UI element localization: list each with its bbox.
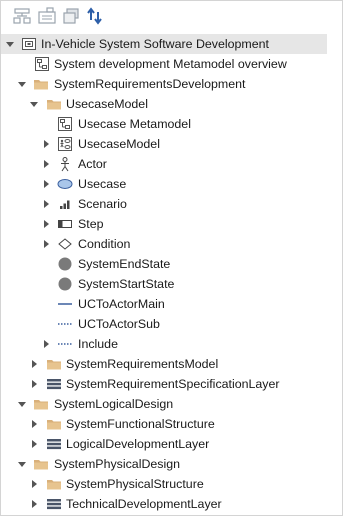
folder-icon xyxy=(46,476,62,492)
tree-node-label: Include xyxy=(78,337,118,351)
model-browser-panel: In-Vehicle System Software Development S… xyxy=(0,0,343,516)
state-circle-icon xyxy=(57,276,73,292)
chevron-down-icon[interactable] xyxy=(17,458,27,470)
state-circle-icon xyxy=(57,256,73,272)
chevron-right-icon[interactable] xyxy=(29,438,39,450)
package-diagram-icon[interactable] xyxy=(37,6,57,26)
tree-node-label: SystemRequirementsDevelopment xyxy=(54,77,246,91)
chevron-right-icon[interactable] xyxy=(29,418,39,430)
chevron-right-icon[interactable] xyxy=(41,198,51,210)
tree-node-usecase-model-package[interactable]: UsecaseModel xyxy=(1,94,342,114)
chevron-right-icon[interactable] xyxy=(41,138,51,150)
tree-node-label: SystemStartState xyxy=(78,277,175,291)
toolbar xyxy=(1,1,342,33)
step-icon xyxy=(57,216,73,232)
tree-node-requirements-development[interactable]: SystemRequirementsDevelopment xyxy=(1,74,342,94)
tree-node-logical-dev-layer[interactable]: LogicalDevelopmentLayer xyxy=(1,434,342,454)
tree-node-label: Step xyxy=(78,217,104,231)
tree-node-physical-design[interactable]: SystemPhysicalDesign xyxy=(1,454,342,474)
folder-icon xyxy=(33,76,49,92)
chevron-down-icon[interactable] xyxy=(17,78,27,90)
tree-node-label: System development Metamodel overview xyxy=(54,57,287,71)
tree-node-physical-structure[interactable]: SystemPhysicalStructure xyxy=(1,474,342,494)
project-icon xyxy=(21,36,37,52)
folder-icon xyxy=(33,456,49,472)
dotted-line-icon xyxy=(57,316,73,332)
tree-node-uc-to-actor-main[interactable]: UCToActorMain xyxy=(1,294,342,314)
chevron-right-icon[interactable] xyxy=(41,178,51,190)
tree-node-include[interactable]: Include xyxy=(1,334,342,354)
condition-diamond-icon xyxy=(57,236,73,252)
tree-node-usecase-metamodel[interactable]: Usecase Metamodel xyxy=(1,114,342,134)
tree-node-label: UsecaseModel xyxy=(66,97,148,111)
tree-node-requirement-spec-layer[interactable]: SystemRequirementSpecificationLayer xyxy=(1,374,342,394)
tree-node-usecase[interactable]: Usecase xyxy=(1,174,342,194)
layer-stack-icon xyxy=(46,436,62,452)
tree-node-root[interactable]: In-Vehicle System Software Development xyxy=(1,34,327,54)
hierarchy-icon[interactable] xyxy=(12,6,32,26)
tree-node-label: Scenario xyxy=(78,197,127,211)
tree-node-label: SystemFunctionalStructure xyxy=(66,417,215,431)
tree-node-label: Usecase xyxy=(78,177,127,191)
stacked-windows-icon[interactable] xyxy=(61,6,81,26)
tree-node-label: SystemPhysicalDesign xyxy=(54,457,181,471)
tree-node-label: Usecase Metamodel xyxy=(78,117,191,131)
chevron-down-icon[interactable] xyxy=(5,38,15,50)
chevron-right-icon[interactable] xyxy=(29,498,39,510)
tree-node-label: SystemEndState xyxy=(78,257,171,271)
layer-stack-icon xyxy=(46,496,62,512)
solid-line-icon xyxy=(57,296,73,312)
tree-node-label: SystemLogicalDesign xyxy=(54,397,174,411)
sync-arrows-icon[interactable] xyxy=(85,6,105,26)
tree-node-label: In-Vehicle System Software Development xyxy=(41,37,269,51)
diagram-icon xyxy=(34,56,50,72)
tree-node-label: SystemRequirementsModel xyxy=(66,357,219,371)
folder-icon xyxy=(46,416,62,432)
tree-node-label: UsecaseModel xyxy=(78,137,160,151)
tree-node-usecase-model[interactable]: UsecaseModel xyxy=(1,134,342,154)
tree-node-label: TechnicalDevelopmentLayer xyxy=(66,497,222,511)
tree-node-actor[interactable]: Actor xyxy=(1,154,342,174)
tree-node-label: Actor xyxy=(78,157,107,171)
tree-node-label: SystemPhysicalStructure xyxy=(66,477,204,491)
folder-icon xyxy=(46,356,62,372)
chevron-down-icon[interactable] xyxy=(29,98,39,110)
chevron-right-icon[interactable] xyxy=(29,478,39,490)
tree-node-functional-structure[interactable]: SystemFunctionalStructure xyxy=(1,414,342,434)
folder-icon xyxy=(33,396,49,412)
tree-node-end-state[interactable]: SystemEndState xyxy=(1,254,342,274)
tree-node-logical-design[interactable]: SystemLogicalDesign xyxy=(1,394,342,414)
tree-node-metamodel-overview[interactable]: System development Metamodel overview xyxy=(1,54,342,74)
tree-node-technical-dev-layer[interactable]: TechnicalDevelopmentLayer xyxy=(1,494,342,514)
tree-node-label: LogicalDevelopmentLayer xyxy=(66,437,210,451)
chevron-right-icon[interactable] xyxy=(41,158,51,170)
usecase-model-icon xyxy=(57,136,73,152)
chevron-down-icon[interactable] xyxy=(17,398,27,410)
chevron-right-icon[interactable] xyxy=(41,218,51,230)
tree-node-uc-to-actor-sub[interactable]: UCToActorSub xyxy=(1,314,342,334)
actor-icon xyxy=(57,156,73,172)
tree-node-start-state[interactable]: SystemStartState xyxy=(1,274,342,294)
chevron-right-icon[interactable] xyxy=(29,358,39,370)
tree-node-label: UCToActorSub xyxy=(78,317,160,331)
folder-icon xyxy=(46,96,62,112)
tree-node-step[interactable]: Step xyxy=(1,214,342,234)
chevron-right-icon[interactable] xyxy=(41,238,51,250)
chevron-right-icon[interactable] xyxy=(29,378,39,390)
chevron-right-icon[interactable] xyxy=(41,338,51,350)
tree-node-label: Condition xyxy=(78,237,131,251)
scenario-steps-icon xyxy=(57,196,73,212)
diagram-icon xyxy=(57,116,73,132)
dotted-line-icon xyxy=(57,336,73,352)
tree-node-label: SystemRequirementSpecificationLayer xyxy=(66,377,280,391)
tree-node-label: UCToActorMain xyxy=(78,297,165,311)
tree-node-scenario[interactable]: Scenario xyxy=(1,194,342,214)
tree-node-requirements-model[interactable]: SystemRequirementsModel xyxy=(1,354,342,374)
layer-stack-icon xyxy=(46,376,62,392)
tree-node-condition[interactable]: Condition xyxy=(1,234,342,254)
usecase-ellipse-icon xyxy=(57,176,73,192)
